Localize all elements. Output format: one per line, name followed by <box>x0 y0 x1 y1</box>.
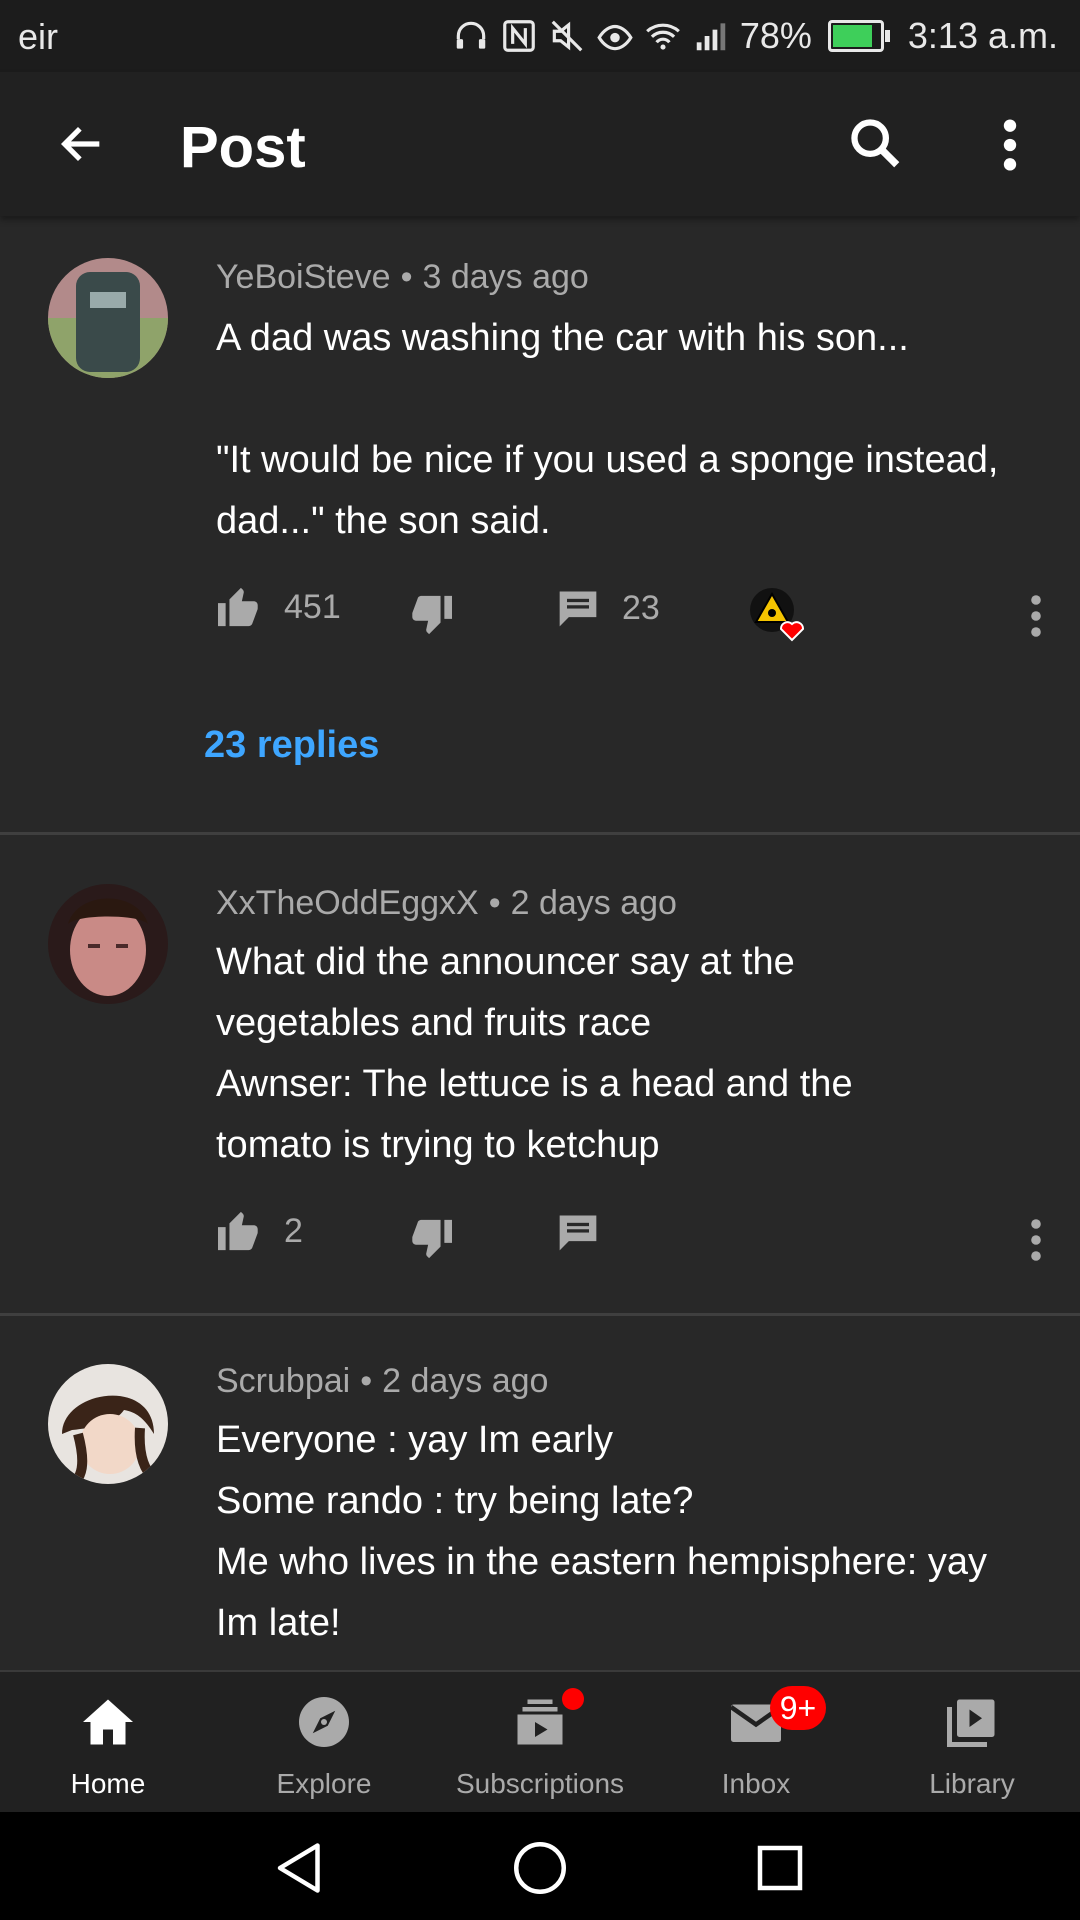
nav-home[interactable]: Home <box>0 1672 216 1814</box>
clock: 3:13 a.m. <box>907 15 1058 56</box>
back-arrow-icon[interactable] <box>54 118 110 170</box>
more-vert-icon[interactable] <box>990 116 1030 174</box>
nav-label: Home <box>70 1768 146 1799</box>
system-back-icon[interactable] <box>270 1838 330 1898</box>
divider <box>0 832 1080 835</box>
system-nav-bar <box>0 1812 1080 1920</box>
nav-subscriptions[interactable]: Subscriptions <box>432 1672 648 1814</box>
comment-time: 3 days ago <box>422 258 589 296</box>
compass-icon <box>299 1697 349 1747</box>
like-button[interactable]: 451 <box>216 586 341 628</box>
bottom-nav: Home Explore Subscriptions 9+ Inbox Libr… <box>0 1670 1080 1814</box>
comment-text: A dad was washing the car with his son..… <box>216 317 999 542</box>
battery-percent: 78% <box>739 15 812 56</box>
like-button[interactable]: 2 <box>216 1210 303 1252</box>
inbox-badge: 9+ <box>770 1686 826 1730</box>
reply-count: 23 <box>622 588 660 627</box>
author-name[interactable]: Scrubpai <box>216 1362 350 1400</box>
comment-text: Everyone : yay Im early Some rando : try… <box>216 1419 987 1644</box>
reply-button[interactable] <box>556 1210 600 1254</box>
thumb-up-icon <box>218 587 258 627</box>
meta-separator: • <box>488 884 501 922</box>
comment-actions: 2 <box>216 1210 1046 1270</box>
nav-label: Subscriptions <box>455 1768 625 1799</box>
meta-separator: • <box>400 258 413 296</box>
search-icon[interactable] <box>846 114 904 172</box>
nav-label: Library <box>929 1768 1015 1799</box>
subscriptions-icon <box>517 1699 563 1745</box>
library-icon <box>947 1699 995 1747</box>
comment-more-icon[interactable] <box>1026 1216 1046 1264</box>
author-name[interactable]: YeBoiSteve <box>216 258 391 296</box>
home-icon <box>83 1699 133 1745</box>
comment-card: Scrubpai • 2 days ago Everyone : yay Im ea… <box>0 1316 1080 1670</box>
battery-icon <box>827 20 890 52</box>
system-home-icon[interactable] <box>510 1838 570 1898</box>
comment-icon <box>559 591 597 627</box>
dislike-button[interactable] <box>408 1218 454 1260</box>
comment-card: YeBoiSteve • 3 days ago A dad was washing … <box>0 216 1080 836</box>
nav-inbox[interactable]: 9+ Inbox <box>648 1672 864 1814</box>
creator-heart-icon <box>750 588 804 642</box>
comment-time: 2 days ago <box>510 884 677 922</box>
nav-explore[interactable]: Explore <box>216 1672 432 1814</box>
comment-time: 2 days ago <box>382 1362 549 1400</box>
carrier-label: eir <box>18 16 59 57</box>
subscriptions-badge <box>562 1688 584 1710</box>
nav-library[interactable]: Library <box>864 1672 1080 1814</box>
like-count: 451 <box>284 587 341 626</box>
nfc-icon <box>503 20 535 52</box>
app-bar: Post <box>0 72 1080 216</box>
reply-button[interactable]: 23 <box>556 586 660 630</box>
avatar[interactable] <box>48 884 168 1004</box>
eye-icon <box>597 24 633 51</box>
comment-meta: XxTheOddEggxX • 2 days ago <box>216 884 677 923</box>
comment-text: What did the announcer say at the vegeta… <box>216 941 853 1166</box>
status-bar: eir 78% 3:13 a.m. <box>0 0 1080 72</box>
wifi-icon <box>645 23 680 50</box>
nav-label: Inbox <box>721 1768 791 1799</box>
creator-heart <box>748 586 814 646</box>
thumb-down-icon <box>412 1219 452 1259</box>
avatar[interactable] <box>48 1364 168 1484</box>
page-title: Post <box>180 115 306 180</box>
comment-meta: Scrubpai • 2 days ago <box>216 1362 548 1401</box>
headphones-icon <box>456 21 486 49</box>
avatar[interactable] <box>48 258 168 378</box>
mute-icon <box>551 20 583 52</box>
nav-label: Explore <box>276 1768 372 1799</box>
view-replies-link[interactable]: 23 replies <box>204 724 379 767</box>
comment-more-icon[interactable] <box>1026 592 1046 640</box>
like-count: 2 <box>284 1211 303 1250</box>
comment-card: XxTheOddEggxX • 2 days ago What did the an… <box>0 836 1080 1314</box>
comment-meta: YeBoiSteve • 3 days ago <box>216 258 589 297</box>
dislike-button[interactable] <box>408 594 454 636</box>
thumb-down-icon <box>412 595 452 635</box>
author-name[interactable]: XxTheOddEggxX <box>216 884 479 922</box>
system-recents-icon[interactable] <box>750 1838 810 1898</box>
comment-icon <box>559 1215 597 1251</box>
thumb-up-icon <box>218 1211 258 1251</box>
meta-separator: • <box>360 1362 373 1400</box>
signal-icon <box>696 23 726 51</box>
comment-actions: 451 23 <box>216 586 1046 646</box>
